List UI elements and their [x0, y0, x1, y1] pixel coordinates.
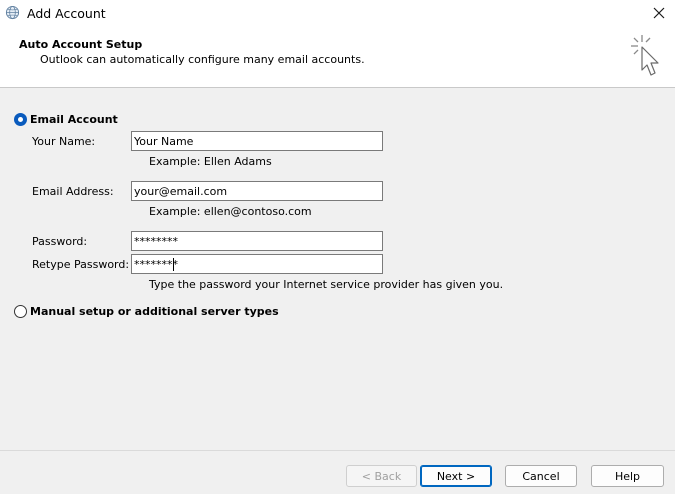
password-hint: Type the password your Internet service …	[149, 278, 504, 291]
close-icon	[653, 7, 665, 19]
text-caret	[173, 258, 174, 271]
globe-icon	[5, 5, 20, 20]
your-name-hint: Example: Ellen Adams	[149, 155, 272, 168]
title-bar: Add Account	[0, 0, 675, 27]
email-address-label: Email Address:	[32, 185, 114, 198]
email-account-label[interactable]: Email Account	[30, 113, 118, 126]
retype-password-label: Retype Password:	[32, 258, 130, 271]
wizard-header: Auto Account Setup Outlook can automatic…	[0, 27, 675, 88]
password-label: Password:	[32, 235, 88, 248]
email-account-radio[interactable]	[14, 113, 27, 126]
back-button[interactable]: < Back	[346, 465, 417, 487]
retype-password-field[interactable]	[131, 254, 383, 274]
your-name-field[interactable]	[131, 131, 383, 151]
manual-setup-label[interactable]: Manual setup or additional server types	[30, 305, 279, 318]
password-field[interactable]	[131, 231, 383, 251]
header-title: Auto Account Setup	[19, 38, 143, 51]
your-name-label: Your Name:	[32, 135, 96, 148]
manual-setup-radio[interactable]	[14, 305, 27, 318]
email-address-hint: Example: ellen@contoso.com	[149, 205, 312, 218]
footer-divider	[0, 450, 675, 451]
window-title: Add Account	[27, 6, 106, 21]
cancel-button[interactable]: Cancel	[505, 465, 577, 487]
help-button[interactable]: Help	[591, 465, 664, 487]
close-button[interactable]	[646, 2, 672, 24]
next-button[interactable]: Next >	[420, 465, 492, 487]
header-subtitle: Outlook can automatically configure many…	[40, 53, 365, 66]
click-sparkle-cursor-icon	[631, 35, 659, 76]
email-address-field[interactable]	[131, 181, 383, 201]
